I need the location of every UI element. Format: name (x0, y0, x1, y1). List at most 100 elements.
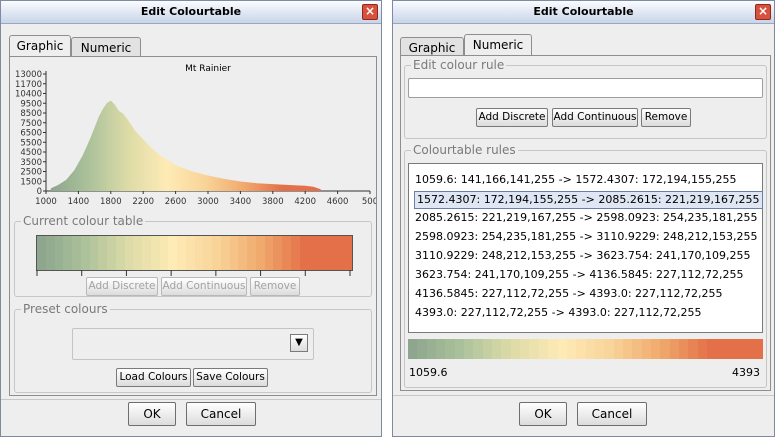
colour-ramp-step (650, 339, 661, 359)
colour-ramp-step (445, 339, 455, 359)
preset-colours-dropdown[interactable]: ▼ (72, 328, 314, 360)
colour-ramp-step (454, 339, 465, 359)
chevron-down-icon[interactable]: ▼ (290, 334, 308, 352)
colour-ramp-step (115, 236, 125, 270)
colour-ramp (408, 339, 764, 359)
tab-graphic[interactable]: Graphic (400, 37, 464, 57)
colour-ramp-step (482, 339, 493, 359)
save-colours-button[interactable]: Save Colours (193, 368, 268, 387)
y-tick-label: 11700 (15, 80, 42, 90)
colour-ramp-step (417, 339, 427, 359)
x-tick-label: 3400 (230, 197, 252, 207)
x-tick-label: 3800 (262, 197, 284, 207)
colour-ramp-step (725, 339, 736, 359)
colour-ramp-step (299, 236, 309, 270)
colour-ramp-step (566, 339, 577, 359)
dialog-title: Edit Colourtable (533, 5, 634, 18)
tab-numeric[interactable]: Numeric (464, 34, 532, 56)
remove-button[interactable]: Remove (641, 108, 691, 127)
colour-ramp-step (282, 236, 291, 270)
colour-rule-row[interactable]: 1059.6: 141,166,141,255 -> 1572.4307: 17… (415, 172, 737, 188)
add-continuous-button[interactable]: Add Continuous (552, 108, 638, 127)
colour-ramp-step (669, 339, 679, 359)
colour-ramp-step (744, 339, 754, 359)
graphic-tab-panel: Mt Rainier 0 1500 2500 3500 4500 5500 6500 7500 8… (9, 56, 377, 396)
colour-rule-row[interactable]: 2598.0923: 254,235,181,255 -> 3110.9229:… (415, 229, 758, 245)
y-tick-label: 7500 (20, 119, 42, 129)
add-discrete-button[interactable]: Add Discrete (476, 108, 548, 127)
colour-rule-row[interactable]: 3623.754: 241,170,109,255 -> 4136.5845: … (415, 267, 744, 283)
title-bar[interactable]: Edit Colourtable × (393, 1, 774, 24)
remove-button[interactable]: Remove (250, 277, 300, 296)
close-icon[interactable]: × (362, 4, 378, 20)
range-min-label: 1059.6 (409, 366, 448, 379)
tab-graphic[interactable]: Graphic (9, 35, 71, 57)
colour-rule-row[interactable]: 4136.5845: 227,112,72,255 -> 4393.0: 227… (415, 286, 723, 302)
colour-ramp-step (107, 236, 116, 270)
colourtable-rules-list[interactable]: 1059.6: 141,166,141,255 -> 1572.4307: 17… (408, 163, 763, 333)
colour-ramp-step (63, 236, 72, 270)
colour-ramp[interactable] (36, 235, 353, 271)
x-tick-label: 3000 (197, 197, 219, 207)
edit-colour-rule-group: Edit colour rule Add Discrete Add Contin… (404, 58, 767, 139)
current-colour-table-label: Current colour table (21, 214, 146, 228)
preset-colours-label: Preset colours (21, 302, 110, 316)
title-bar[interactable]: Edit Colourtable × (1, 1, 381, 24)
colour-ramp-step (464, 339, 474, 359)
x-tick-label: 500 (362, 197, 376, 207)
y-tick-label: 4500 (20, 148, 42, 158)
colour-ramp-step (334, 236, 344, 270)
colour-ramp-step (133, 236, 142, 270)
colour-rule-input[interactable] (408, 78, 763, 98)
x-tick-label: 2600 (165, 197, 187, 207)
colour-ramp-step (716, 339, 726, 359)
colour-ramp-step (641, 339, 651, 359)
colour-ramp-step (194, 236, 204, 270)
y-tick-label: 13000 (15, 70, 42, 80)
x-tick-label: 4600 (327, 197, 349, 207)
colour-ramp-step (124, 236, 134, 270)
edit-colour-rule-label: Edit colour rule (411, 58, 507, 72)
colour-ramp-step (697, 339, 707, 359)
colour-ramp-step (343, 236, 352, 270)
colour-rule-row[interactable]: 4393.0: 227,112,72,255 -> 4393.0: 227,11… (415, 305, 702, 321)
colour-ramp-step (753, 339, 764, 359)
colour-ramp-step (660, 339, 670, 359)
ok-button[interactable]: OK (128, 402, 176, 426)
y-tick-label: 3500 (20, 158, 42, 168)
colour-ramp-step (538, 339, 549, 359)
colour-ramp-step (492, 339, 502, 359)
y-tick-label: 0 (37, 187, 42, 197)
colour-ramp-step (436, 339, 446, 359)
y-tick-label: 6500 (20, 129, 42, 139)
x-tick-label: 4200 (294, 197, 316, 207)
colour-ramp-step (45, 236, 55, 270)
add-discrete-button[interactable]: Add Discrete (86, 277, 158, 296)
colour-ramp-step (594, 339, 605, 359)
colour-ramp-step (735, 339, 745, 359)
colour-rule-row[interactable]: 3110.9229: 248,212,153,255 -> 3623.754: … (415, 248, 751, 264)
colour-rule-row[interactable]: 2085.2615: 221,219,167,255 -> 2598.0923:… (415, 210, 758, 226)
close-icon[interactable]: × (755, 4, 771, 20)
colour-ramp-step (273, 236, 282, 270)
range-max-label: 4393 (732, 366, 760, 379)
colour-ramp-step (576, 339, 586, 359)
histogram-chart: Mt Rainier 015002500350045005500650075008… (15, 64, 376, 207)
add-continuous-button[interactable]: Add Continuous (161, 277, 247, 296)
colour-ramp-step (501, 339, 511, 359)
colour-ramp-step (585, 339, 595, 359)
colour-ramp-step (98, 236, 107, 270)
chart-title: Mt Rainier (185, 64, 231, 74)
ok-button[interactable]: OK (519, 402, 567, 426)
cancel-button[interactable]: Cancel (186, 402, 256, 426)
cancel-button[interactable]: Cancel (577, 402, 647, 426)
y-tick-label: 9500 (20, 99, 42, 109)
load-colours-button[interactable]: Load Colours (116, 368, 191, 387)
colour-ramp-step (613, 339, 623, 359)
colour-ramp-step (247, 236, 256, 270)
colour-rule-row[interactable]: 1572.4307: 172,194,155,255 -> 2085.2615:… (414, 191, 763, 209)
tab-numeric[interactable]: Numeric (71, 37, 141, 57)
edit-colourtable-dialog-graphic: Edit Colourtable × Graphic Numeric Mt Ra… (0, 0, 382, 437)
y-tick-label: 8500 (20, 109, 42, 119)
preset-colours-group: Preset colours ▼ Load Colours Save Colou… (14, 302, 372, 393)
